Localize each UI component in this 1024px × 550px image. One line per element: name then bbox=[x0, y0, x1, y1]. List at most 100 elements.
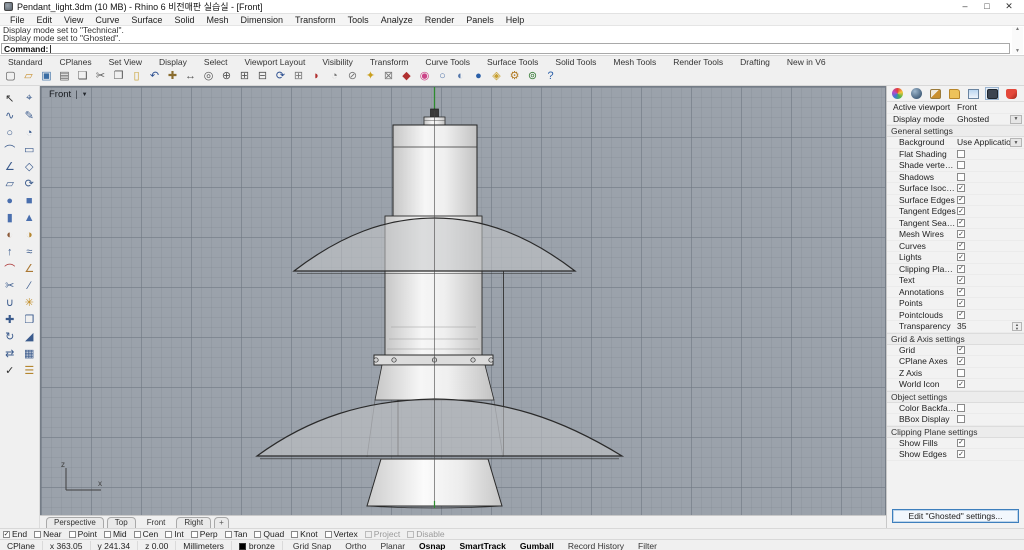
viewport-layout-icon[interactable]: ⊞ bbox=[291, 69, 306, 84]
tool-split-icon[interactable]: ∕ bbox=[20, 277, 40, 294]
material-tab[interactable] bbox=[929, 88, 941, 99]
checkbox-shade-vertex-col[interactable] bbox=[957, 161, 965, 170]
shaded-view-icon[interactable]: ◐ bbox=[453, 69, 468, 84]
viewport-menu-caret-icon[interactable]: ▼ bbox=[82, 92, 88, 98]
menu-surface[interactable]: Surface bbox=[125, 15, 168, 25]
toolbar-tab-surface-tools[interactable]: Surface Tools bbox=[487, 57, 538, 67]
toolbar-tab-select[interactable]: Select bbox=[204, 57, 228, 67]
checkbox-lights[interactable]: ✓ bbox=[957, 253, 965, 262]
close-button[interactable]: ✕ bbox=[998, 1, 1020, 12]
tool-polyline-icon[interactable]: ∠ bbox=[0, 158, 20, 175]
pendant-lamp-model[interactable]: z x bbox=[41, 87, 885, 514]
tool-chamfer-icon[interactable]: ∠ bbox=[20, 260, 40, 277]
add-viewport-tab[interactable]: + bbox=[214, 517, 229, 528]
osnap-cen[interactable]: Cen bbox=[133, 529, 158, 539]
tool-fillet-icon[interactable]: ⌒ bbox=[0, 260, 20, 277]
menu-tools[interactable]: Tools bbox=[342, 15, 375, 25]
zoom-extents-icon[interactable]: ⊟ bbox=[255, 69, 270, 84]
front-viewport[interactable]: z x Front | ▼ bbox=[40, 86, 886, 515]
scroll-down-icon[interactable]: ▼ bbox=[1015, 49, 1020, 54]
toggle-osnap[interactable]: Osnap bbox=[419, 541, 445, 550]
zoom-icon[interactable]: ◎ bbox=[201, 69, 216, 84]
checkbox-bbox-display[interactable] bbox=[957, 415, 965, 424]
tool-trim-icon[interactable]: ✂ bbox=[0, 277, 20, 294]
command-input[interactable]: Command: bbox=[1, 43, 1010, 54]
undo-icon[interactable]: ↶ bbox=[147, 69, 162, 84]
tool-surface-icon[interactable]: ▱ bbox=[0, 175, 20, 192]
checkbox-z-axis[interactable] bbox=[957, 368, 965, 377]
zoom-dynamic-icon[interactable]: ⊕ bbox=[219, 69, 234, 84]
toolbar-tab-standard[interactable]: Standard bbox=[8, 57, 43, 67]
maximize-button[interactable]: □ bbox=[976, 1, 998, 12]
menu-panels[interactable]: Panels bbox=[460, 15, 500, 25]
cut-icon[interactable]: ✂ bbox=[93, 69, 108, 84]
command-scrollbar[interactable]: ▲ ▼ bbox=[1012, 27, 1023, 54]
tool-extrude-icon[interactable]: ↑ bbox=[0, 243, 20, 260]
tool-rectangle-icon[interactable]: ▭ bbox=[20, 141, 40, 158]
edit-ghosted-settings-button[interactable]: Edit "Ghosted" settings... bbox=[892, 509, 1019, 523]
toolbar-tab-render-tools[interactable]: Render Tools bbox=[673, 57, 723, 67]
osnap-project[interactable]: Project bbox=[364, 529, 400, 539]
osnap-checkbox-near[interactable] bbox=[34, 530, 42, 538]
rotate-view-icon[interactable]: ⟳ bbox=[273, 69, 288, 84]
tool-copy-icon[interactable]: ❐ bbox=[20, 311, 40, 328]
layer-state-icon[interactable]: ◆ bbox=[399, 69, 414, 84]
tool-revolve-icon[interactable]: ⟳ bbox=[20, 175, 40, 192]
osnap-end[interactable]: ✓ End bbox=[3, 529, 27, 539]
toggle-record-history[interactable]: Record History bbox=[568, 541, 624, 550]
toggle-grid-snap[interactable]: Grid Snap bbox=[293, 541, 331, 550]
viewport-tab-perspective[interactable]: Perspective bbox=[46, 517, 104, 528]
osnap-tan[interactable]: Tan bbox=[224, 529, 247, 539]
help-icon[interactable]: ? bbox=[543, 69, 558, 84]
menu-render[interactable]: Render bbox=[419, 15, 461, 25]
units-indicator[interactable]: Millimeters bbox=[176, 541, 232, 550]
toolbar-tab-viewport-layout[interactable]: Viewport Layout bbox=[245, 57, 306, 67]
osnap-mid[interactable]: Mid bbox=[103, 529, 127, 539]
material-indicator[interactable]: bronze bbox=[232, 541, 283, 550]
osnap-quad[interactable]: Quad bbox=[254, 529, 284, 539]
viewport-tab-front[interactable]: Front bbox=[139, 517, 174, 528]
toolbar-tab-drafting[interactable]: Drafting bbox=[740, 57, 770, 67]
viewport-title[interactable]: Front | ▼ bbox=[49, 89, 88, 100]
checkbox-shadows[interactable] bbox=[957, 172, 965, 181]
web-globe-icon[interactable]: ⊚ bbox=[525, 69, 540, 84]
new-file-icon[interactable]: ▢ bbox=[3, 69, 18, 84]
tool-circle-icon[interactable]: ○ bbox=[0, 124, 20, 141]
menu-mesh[interactable]: Mesh bbox=[200, 15, 234, 25]
tool-cylinder-icon[interactable]: ▮ bbox=[0, 209, 20, 226]
tool-rotate-icon[interactable]: ↻ bbox=[0, 328, 20, 345]
osnap-point[interactable]: Point bbox=[68, 529, 97, 539]
osnap-checkbox-disable[interactable] bbox=[407, 530, 415, 538]
copy-icon[interactable]: ❐ bbox=[111, 69, 126, 84]
osnap-knot[interactable]: Knot bbox=[291, 529, 318, 539]
checkbox-clipping-planes[interactable]: ✓ bbox=[957, 264, 965, 273]
checkbox-flat-shading[interactable] bbox=[957, 149, 965, 158]
osnap-int[interactable]: Int bbox=[165, 529, 184, 539]
tool-layers-icon[interactable]: ☰ bbox=[20, 362, 40, 379]
checkbox-world-icon[interactable]: ✓ bbox=[957, 380, 965, 389]
tool-move-icon[interactable]: ✚ bbox=[0, 311, 20, 328]
checkbox-surface-isocurves[interactable]: ✓ bbox=[957, 184, 965, 193]
osnap-near[interactable]: Near bbox=[34, 529, 62, 539]
color-wheel-icon[interactable]: ◉ bbox=[417, 69, 432, 84]
toggle-smarttrack[interactable]: SmartTrack bbox=[460, 541, 506, 550]
tool-curve-icon[interactable]: ∿ bbox=[0, 107, 20, 124]
menu-dimension[interactable]: Dimension bbox=[234, 15, 289, 25]
menu-analyze[interactable]: Analyze bbox=[375, 15, 419, 25]
toolbar-tab-solid-tools[interactable]: Solid Tools bbox=[555, 57, 596, 67]
tool-boolean-difference-icon[interactable]: ◑ bbox=[20, 226, 40, 243]
menu-transform[interactable]: Transform bbox=[289, 15, 342, 25]
tool-loft-icon[interactable]: ≈ bbox=[20, 243, 40, 260]
osnap-checkbox-perp[interactable] bbox=[190, 530, 198, 538]
hide-object-icon[interactable]: ⊘ bbox=[345, 69, 360, 84]
spinner-control[interactable]: ▲ ▼ bbox=[1012, 322, 1022, 331]
libraries-tab[interactable] bbox=[1005, 88, 1017, 99]
tool-select-icon[interactable]: ↖ bbox=[0, 90, 20, 107]
zoom-window-icon[interactable]: ⊞ bbox=[237, 69, 252, 84]
checkbox-annotations[interactable]: ✓ bbox=[957, 287, 965, 296]
save-icon[interactable]: ▣ bbox=[39, 69, 54, 84]
osnap-vertex[interactable]: Vertex bbox=[324, 529, 358, 539]
ghosted-view-icon[interactable]: ○ bbox=[435, 69, 450, 84]
toolbar-tab-new-in-v6[interactable]: New in V6 bbox=[787, 57, 826, 67]
z-coordinate[interactable]: z 0.00 bbox=[138, 541, 177, 550]
